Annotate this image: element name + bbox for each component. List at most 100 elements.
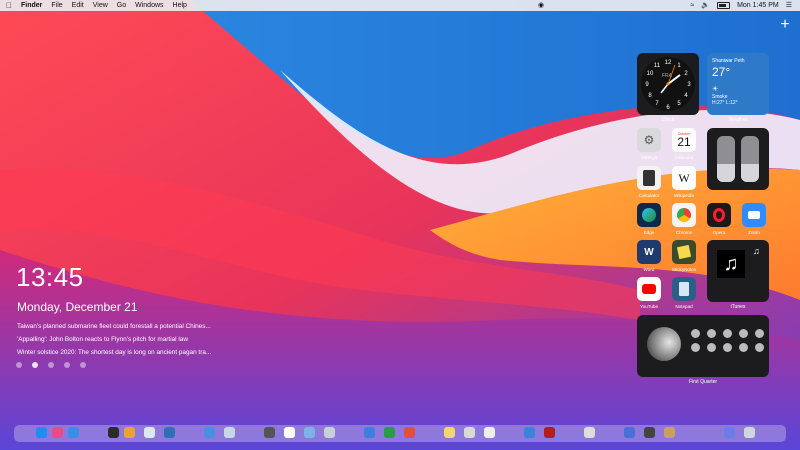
app-label: Edge bbox=[643, 230, 655, 235]
page-dot[interactable] bbox=[64, 362, 70, 368]
music-dock-icon[interactable] bbox=[404, 427, 415, 438]
acrobat-icon[interactable] bbox=[544, 427, 555, 438]
settings-app[interactable]: ⚙ bbox=[637, 128, 661, 152]
calendar-dock-icon[interactable] bbox=[284, 427, 295, 438]
clock-widget[interactable]: 12 1 2 345 678 9 10 11 FRA bbox=[637, 53, 699, 115]
moon-phase-icon bbox=[691, 343, 700, 352]
word-icon: W bbox=[644, 246, 654, 258]
moon-phase-icon bbox=[739, 329, 748, 338]
moon-phase-icon bbox=[723, 329, 732, 338]
desktop-date: Monday, December 21 bbox=[17, 300, 138, 314]
wikipedia-app[interactable]: W bbox=[672, 166, 696, 190]
edge-app[interactable] bbox=[637, 203, 661, 227]
page-dot[interactable] bbox=[80, 362, 86, 368]
moon-phase-icon bbox=[707, 329, 716, 338]
moon-phase-icon bbox=[755, 343, 764, 352]
add-widget-icon[interactable]: + bbox=[778, 17, 792, 33]
control-center-icon[interactable]: ◉ bbox=[538, 0, 544, 11]
news-item[interactable]: Taiwan's planned submarine fleet could f… bbox=[17, 323, 247, 330]
xcode-icon[interactable] bbox=[524, 427, 535, 438]
moon-phase-widget[interactable] bbox=[637, 315, 769, 377]
music-widget-label: iTunes bbox=[730, 304, 746, 310]
notepad-icon bbox=[679, 282, 689, 296]
news-item[interactable]: Winter solstice 2020: The shortest day i… bbox=[17, 349, 247, 356]
menu-help[interactable]: Help bbox=[173, 2, 187, 9]
menu-clock[interactable]: Mon 1:45 PM bbox=[737, 2, 779, 9]
calendar-app[interactable]: October 21 bbox=[672, 128, 696, 152]
zoom-app[interactable] bbox=[742, 203, 766, 227]
app-label: Word bbox=[643, 267, 655, 272]
calculator-app[interactable] bbox=[637, 166, 661, 190]
weather-range: H:27° L:12° bbox=[712, 100, 738, 106]
menu-bar:  Finder File Edit View Go Windows Help … bbox=[0, 0, 800, 11]
chess-icon[interactable] bbox=[644, 427, 655, 438]
app-label: Chrome bbox=[675, 230, 693, 235]
control-widget[interactable] bbox=[707, 128, 769, 190]
stickynotes-app[interactable] bbox=[672, 240, 696, 264]
notepad-app[interactable] bbox=[672, 277, 696, 301]
weather-temp: 27° bbox=[712, 65, 731, 79]
page-dot[interactable] bbox=[16, 362, 22, 368]
wifi-icon[interactable]: ≈ bbox=[691, 0, 695, 11]
preview-icon[interactable] bbox=[144, 427, 155, 438]
facetime-icon[interactable] bbox=[384, 427, 395, 438]
menu-list-icon[interactable]: ☰ bbox=[786, 0, 792, 11]
moon-phase-icon bbox=[707, 343, 716, 352]
app-label: StickyNotes bbox=[671, 267, 697, 272]
menu-windows[interactable]: Windows bbox=[135, 2, 163, 9]
messages-icon[interactable] bbox=[364, 427, 375, 438]
menu-view[interactable]: View bbox=[93, 2, 108, 9]
youtube-app[interactable] bbox=[637, 277, 661, 301]
moon-phase-grid bbox=[691, 329, 767, 352]
moon-phase-icon bbox=[739, 343, 748, 352]
weather-app-icon[interactable] bbox=[164, 427, 175, 438]
app-store-icon[interactable] bbox=[36, 427, 47, 438]
weather-widget[interactable]: Shaniwar Peth 27° ☀ Smoke H:27° L:12° bbox=[707, 53, 769, 115]
sun-icon: ☀ bbox=[712, 86, 719, 93]
menu-edit[interactable]: Edit bbox=[72, 2, 84, 9]
page-dot-active[interactable] bbox=[32, 362, 38, 368]
notes-icon[interactable] bbox=[264, 427, 275, 438]
menu-file[interactable]: File bbox=[51, 2, 62, 9]
moon-icon bbox=[647, 327, 681, 361]
contacts-icon[interactable] bbox=[324, 427, 335, 438]
news-item[interactable]: 'Appalling': John Bolton reacts to Flynn… bbox=[17, 336, 247, 343]
mail-icon[interactable] bbox=[224, 427, 235, 438]
activity-monitor-icon[interactable] bbox=[584, 427, 595, 438]
svg-text:12: 12 bbox=[665, 60, 672, 66]
textedit-icon[interactable] bbox=[464, 427, 475, 438]
music-widget[interactable]: ♫ ♫ bbox=[707, 240, 769, 302]
finder-icon[interactable] bbox=[68, 427, 79, 438]
battery-icon[interactable] bbox=[717, 2, 731, 9]
volume-slider[interactable] bbox=[741, 136, 759, 182]
svg-text:11: 11 bbox=[654, 63, 661, 69]
terminal-icon[interactable] bbox=[108, 427, 119, 438]
edge-icon bbox=[642, 208, 656, 222]
gear-icon: ⚙ bbox=[643, 133, 655, 147]
volume-icon[interactable]: 🔈 bbox=[701, 0, 710, 11]
photos-icon[interactable] bbox=[304, 427, 315, 438]
downloads-icon[interactable] bbox=[724, 427, 735, 438]
health-icon[interactable] bbox=[52, 427, 63, 438]
stickies-icon[interactable] bbox=[444, 427, 455, 438]
menu-app-name[interactable]: Finder bbox=[21, 2, 42, 9]
word-app[interactable]: W bbox=[637, 240, 661, 264]
zoom-dock-icon[interactable] bbox=[624, 427, 635, 438]
chrome-app[interactable] bbox=[672, 203, 696, 227]
app-label: Wikipedia bbox=[674, 193, 694, 198]
sticky-note-icon bbox=[676, 244, 692, 260]
app-label: Zoom bbox=[748, 230, 760, 235]
moon-phase-icon bbox=[755, 329, 764, 338]
reminders-icon[interactable] bbox=[124, 427, 135, 438]
trash-icon[interactable] bbox=[744, 427, 755, 438]
apple-icon[interactable]:  bbox=[6, 1, 12, 10]
brightness-slider[interactable] bbox=[717, 136, 735, 182]
safari-icon[interactable] bbox=[204, 427, 215, 438]
page-dot[interactable] bbox=[48, 362, 54, 368]
opera-app[interactable] bbox=[707, 203, 731, 227]
script-icon[interactable] bbox=[484, 427, 495, 438]
wikipedia-icon: W bbox=[678, 170, 690, 185]
dock bbox=[14, 425, 786, 442]
menu-go[interactable]: Go bbox=[117, 2, 126, 9]
archive-icon[interactable] bbox=[664, 427, 675, 438]
